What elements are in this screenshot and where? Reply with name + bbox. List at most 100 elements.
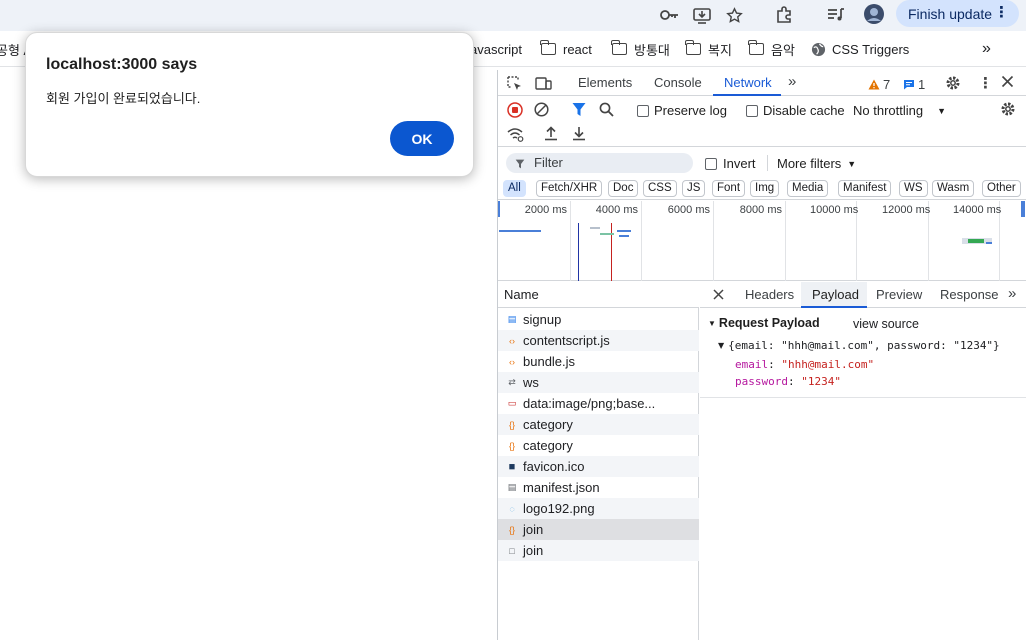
invert-checkbox[interactable] xyxy=(705,157,717,170)
request-row[interactable]: ⇄ ws xyxy=(498,372,699,393)
more-menu-icon[interactable]: ⋮ xyxy=(994,3,1009,21)
request-row[interactable]: □ join xyxy=(498,540,699,561)
tab-network[interactable]: Network xyxy=(724,75,772,90)
bookmark-css-triggers[interactable]: CSS Triggers xyxy=(811,40,909,58)
more-filters-dropdown[interactable]: More filters ▼ xyxy=(777,156,856,171)
timeline-tick-label: 6000 ms xyxy=(667,204,710,216)
dropdown-arrow-icon: ▼ xyxy=(847,158,857,169)
request-name: category xyxy=(523,417,573,432)
profile-avatar[interactable] xyxy=(862,2,886,26)
media-control-icon[interactable] xyxy=(825,4,847,26)
request-row[interactable]: ▤ signup xyxy=(498,309,699,330)
type-filter-font[interactable]: Font xyxy=(712,180,746,197)
request-row[interactable]: ▤ manifest.json xyxy=(498,477,699,498)
preserve-log-label: Preserve log xyxy=(654,103,727,118)
bookmark-folder-3[interactable]: 복지 xyxy=(685,40,732,58)
request-payload-section[interactable]: ▼ Request Payload xyxy=(708,316,820,330)
tab-console[interactable]: Console xyxy=(654,75,702,90)
filter-input[interactable]: Filter xyxy=(506,153,693,173)
clear-icon[interactable] xyxy=(534,102,549,117)
bookmark-item-1[interactable]: avascript xyxy=(470,40,522,58)
other-resource-icon: □ xyxy=(509,545,515,556)
request-row[interactable]: ‹› contentscript.js xyxy=(498,330,699,351)
preserve-log-toggle[interactable]: Preserve log xyxy=(637,103,727,118)
tab-payload[interactable]: Payload xyxy=(812,287,859,302)
type-filter-media[interactable]: Media xyxy=(787,180,829,197)
search-icon[interactable] xyxy=(599,102,614,117)
type-filter-wasm[interactable]: Wasm xyxy=(932,180,975,197)
detail-tab-bar: Headers Payload Preview Response » xyxy=(700,282,1026,308)
type-filter-img[interactable]: Img xyxy=(750,180,780,197)
bookmark-folder-react[interactable]: react xyxy=(540,40,592,58)
extensions-icon[interactable] xyxy=(773,4,795,26)
tab-headers[interactable]: Headers xyxy=(745,287,794,302)
tab-preview[interactable]: Preview xyxy=(876,287,922,302)
type-filter-fetchxhr[interactable]: Fetch/XHR xyxy=(536,180,603,197)
request-row[interactable]: ‹› bundle.js xyxy=(498,351,699,372)
globe-icon xyxy=(811,42,826,56)
invert-toggle[interactable]: Invert xyxy=(705,156,756,171)
fetch-resource-icon: {} xyxy=(508,419,515,430)
network-settings-gear-icon[interactable] xyxy=(1000,101,1016,117)
messages-badge[interactable]: 1 xyxy=(903,77,925,92)
warnings-badge[interactable]: 7 xyxy=(868,77,890,92)
export-har-icon[interactable] xyxy=(572,126,586,141)
timeline-right-handle[interactable] xyxy=(1021,201,1025,217)
record-stop-icon[interactable] xyxy=(507,102,523,118)
expand-triangle-icon: ▼ xyxy=(718,341,725,350)
timeline-domcontentloaded-line xyxy=(578,223,579,281)
timeline-bar xyxy=(590,227,600,229)
network-toolbar-secondary xyxy=(498,123,1026,147)
type-filter-js[interactable]: JS xyxy=(682,180,706,197)
type-filter-doc[interactable]: Doc xyxy=(608,180,639,197)
timeline-tick-label: 8000 ms xyxy=(739,204,782,216)
request-row[interactable]: ◌ logo192.png xyxy=(498,498,699,519)
alert-ok-button[interactable]: OK xyxy=(390,121,454,156)
timeline-left-handle[interactable] xyxy=(498,201,500,217)
request-row[interactable]: {} category xyxy=(498,435,699,456)
payload-field-password: password: "1234" xyxy=(735,375,841,388)
close-detail-icon[interactable] xyxy=(713,289,724,300)
type-filter-other[interactable]: Other xyxy=(982,180,1021,197)
bookmark-folder-2[interactable]: 방통대 xyxy=(611,40,670,58)
filter-funnel-icon[interactable] xyxy=(572,102,586,117)
request-row[interactable]: ■ favicon.ico xyxy=(498,456,699,477)
network-conditions-icon[interactable] xyxy=(507,127,524,142)
throttling-select[interactable]: No throttling ▼ xyxy=(853,103,946,118)
more-tabs-icon[interactable]: » xyxy=(788,73,796,90)
tab-elements[interactable]: Elements xyxy=(578,75,632,90)
payload-object-summary[interactable]: ▼ {email: "hhh@mail.com", password: "123… xyxy=(718,339,1000,352)
request-row[interactable]: {} category xyxy=(498,414,699,435)
type-filter-all[interactable]: All xyxy=(503,180,526,197)
key-icon[interactable] xyxy=(659,4,681,26)
preserve-log-checkbox[interactable] xyxy=(637,104,649,117)
script-resource-icon: ‹› xyxy=(509,335,515,346)
customize-menu-icon[interactable]: ⋮ xyxy=(978,74,993,92)
more-detail-tabs-icon[interactable]: » xyxy=(1008,285,1016,302)
settings-gear-icon[interactable] xyxy=(945,75,961,91)
device-toolbar-icon[interactable] xyxy=(535,76,552,91)
finish-update-button[interactable]: Finish update ⋮ xyxy=(896,0,1019,27)
inspect-element-icon[interactable] xyxy=(507,76,522,91)
bookmark-folder-4[interactable]: 음악 xyxy=(748,40,795,58)
view-source-link[interactable]: view source xyxy=(853,317,919,331)
close-devtools-icon[interactable] xyxy=(1001,75,1014,88)
active-detail-tab-indicator xyxy=(801,306,867,308)
request-name: ws xyxy=(523,375,539,390)
timeline-tick-label: 2000 ms xyxy=(524,204,567,216)
disable-cache-toggle[interactable]: Disable cache xyxy=(746,103,845,118)
bookmark-star-icon[interactable] xyxy=(723,4,745,26)
folder-icon xyxy=(685,40,701,55)
bookmark-label: 음악 xyxy=(771,42,795,58)
disable-cache-checkbox[interactable] xyxy=(746,104,758,117)
name-column-header[interactable]: Name xyxy=(498,282,699,308)
bookmarks-overflow-icon[interactable]: » xyxy=(982,40,991,58)
tab-response[interactable]: Response xyxy=(940,287,999,302)
install-app-icon[interactable] xyxy=(691,4,713,26)
type-filter-ws[interactable]: WS xyxy=(899,180,928,197)
request-row[interactable]: {} join xyxy=(498,519,699,540)
import-har-icon[interactable] xyxy=(544,126,558,141)
type-filter-css[interactable]: CSS xyxy=(643,180,677,197)
type-filter-manifest[interactable]: Manifest xyxy=(838,180,892,197)
request-row[interactable]: ▭ data:image/png;base... xyxy=(498,393,699,414)
